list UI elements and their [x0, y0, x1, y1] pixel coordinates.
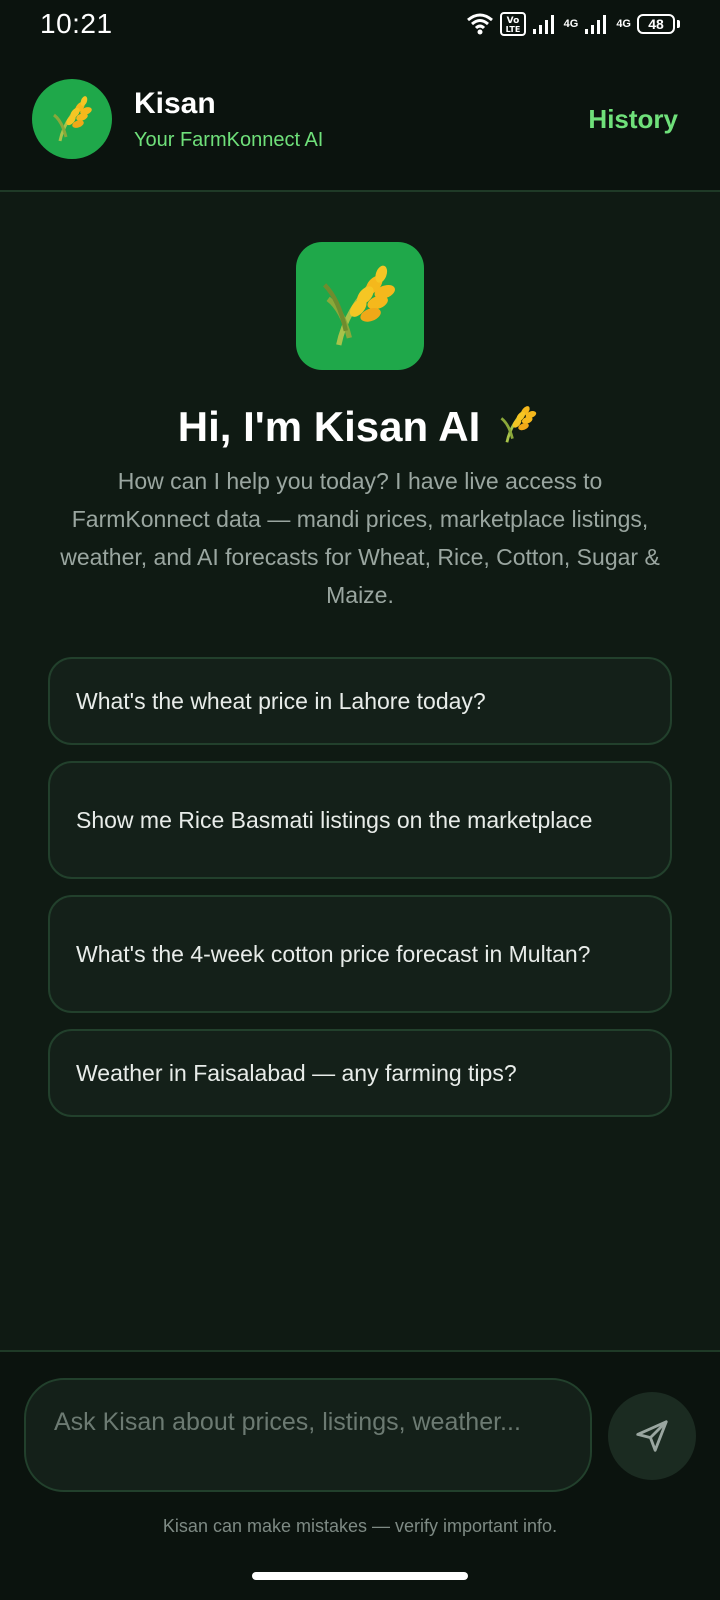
wheat-icon — [322, 265, 395, 346]
header-subtitle: Your FarmKonnect AI — [134, 128, 324, 151]
battery-level: 48 — [637, 14, 675, 34]
wifi-icon — [466, 13, 493, 35]
suggestion-list: What's the wheat price in Lahore today? … — [48, 657, 672, 1133]
history-button[interactable]: History — [588, 104, 678, 135]
hero-logo — [296, 242, 424, 370]
app-header: Kisan Your FarmKonnect AI History — [0, 48, 720, 192]
suggestion-chip[interactable]: Show me Rice Basmati listings on the mar… — [48, 761, 672, 879]
screen: 10:21 Vo LTE 4G 4G 48 Kisan Your FarmKon… — [0, 0, 720, 1600]
suggestion-chip[interactable]: What's the wheat price in Lahore today? — [48, 657, 672, 745]
network-type-label: 4G — [563, 18, 579, 30]
wheat-emoji-icon — [494, 398, 542, 456]
signal-icon-2 — [585, 15, 607, 34]
hero-title-text: Hi, I'm Kisan AI — [177, 403, 481, 450]
send-button[interactable] — [608, 1392, 696, 1480]
status-icons: Vo LTE 4G 4G 48 — [466, 12, 680, 36]
composer: Ask Kisan about prices, listings, weathe… — [0, 1350, 720, 1552]
svg-text:LTE: LTE — [505, 25, 520, 34]
system-nav-bar — [0, 1552, 720, 1600]
home-indicator[interactable] — [252, 1572, 468, 1580]
network-type-label-2: 4G — [616, 18, 631, 30]
hero-title: Hi, I'm Kisan AI — [0, 398, 720, 456]
status-time: 10:21 — [40, 8, 113, 39]
send-icon — [636, 1420, 668, 1452]
chat-main: Hi, I'm Kisan AI How can I help you toda… — [0, 194, 720, 1350]
status-bar: 10:21 Vo LTE 4G 4G 48 — [0, 0, 720, 48]
suggestion-chip[interactable]: Weather in Faisalabad — any farming tips… — [48, 1029, 672, 1117]
header-title: Kisan — [134, 86, 216, 120]
wheat-icon — [53, 96, 92, 142]
battery-icon: 48 — [637, 14, 680, 34]
avatar — [32, 79, 112, 159]
disclaimer: Kisan can make mistakes — verify importa… — [162, 1516, 558, 1536]
volte-icon: Vo LTE — [499, 12, 526, 36]
signal-icon — [532, 15, 554, 34]
hero-description: How can I help you today? I have live ac… — [60, 468, 660, 608]
suggestion-chip[interactable]: What's the 4-week cotton price forecast … — [48, 895, 672, 1013]
header-text: Kisan Your FarmKonnect AI — [134, 87, 588, 152]
message-input[interactable]: Ask Kisan about prices, listings, weathe… — [24, 1378, 592, 1492]
